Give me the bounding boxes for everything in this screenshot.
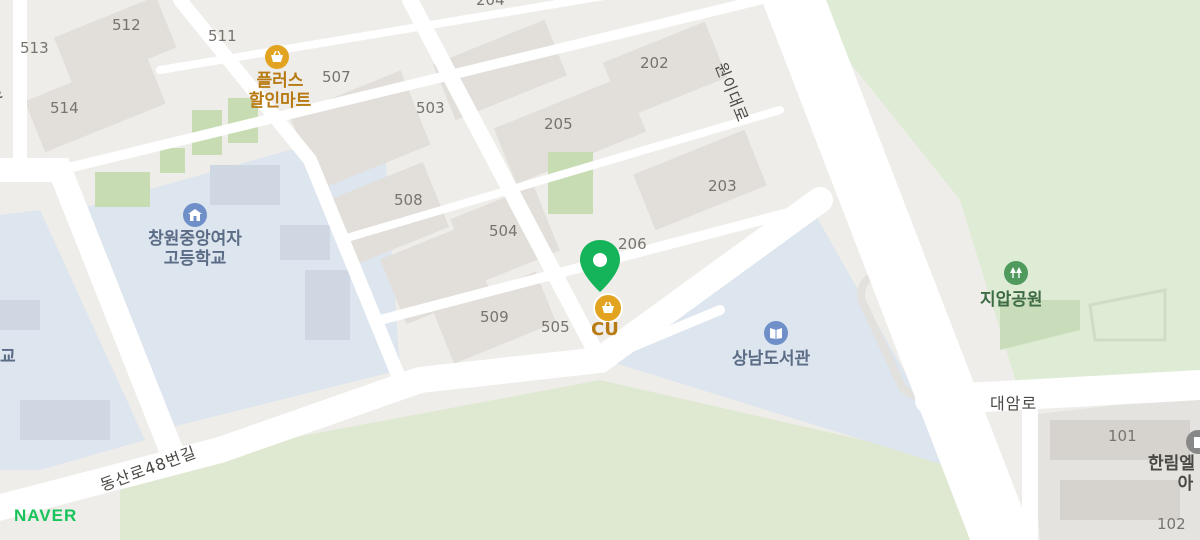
poi-label-apartment-line1: 한림엘 (1148, 454, 1195, 474)
poi-label-school[interactable]: 창원중앙여자 고등학교 (135, 229, 255, 269)
poi-label-mart-line1: 플러스 (256, 71, 304, 91)
building-number: 508 (394, 191, 423, 209)
road-label-daeam-ro: 대암로 (990, 394, 1038, 413)
building-number: 205 (544, 115, 573, 133)
poi-label-apartment-line2: 아 (1177, 473, 1194, 494)
building-number: 206 (618, 235, 647, 253)
building-number: 102 (1157, 515, 1186, 533)
building-number: 504 (489, 222, 518, 240)
poi-label-left-edge[interactable]: 교 (0, 347, 16, 368)
naver-logo: NAVER (14, 506, 78, 525)
building-number: 101 (1108, 427, 1137, 445)
poi-label-school-line2: 고등학교 (163, 248, 227, 269)
building-number: 512 (112, 16, 141, 34)
shopping-basket-icon[interactable] (265, 45, 289, 69)
building-number: 511 (208, 27, 237, 45)
poi-label-apartment[interactable]: 한림엘 아 (1148, 454, 1195, 494)
poi-label-library[interactable]: 상남도서관 (732, 349, 810, 370)
building-number: 204 (476, 0, 505, 9)
building-number: 505 (541, 318, 570, 336)
poi-label-mart[interactable]: 플러스 할인마트 (240, 71, 320, 111)
building-number: 509 (480, 308, 509, 326)
building-number: 202 (640, 54, 669, 72)
school-icon[interactable] (183, 203, 207, 227)
building-number: 514 (50, 99, 79, 117)
poi-label-mart-line2: 할인마트 (248, 90, 312, 111)
location-pin-icon[interactable] (578, 238, 622, 294)
building-number: 507 (322, 68, 351, 86)
tree-icon[interactable] (1004, 261, 1028, 285)
map-canvas[interactable]: 204 512 511 513 507 514 503 202 205 203 … (0, 0, 1200, 540)
book-icon[interactable] (764, 321, 788, 345)
building-number: 513 (20, 39, 49, 57)
building-number: 203 (708, 177, 737, 195)
poi-label-school-line1: 창원중앙여자 (148, 229, 242, 249)
poi-label-park[interactable]: 지압공원 (980, 290, 1043, 311)
poi-label-cu[interactable]: CU (591, 319, 619, 341)
building-number: 503 (416, 99, 445, 117)
